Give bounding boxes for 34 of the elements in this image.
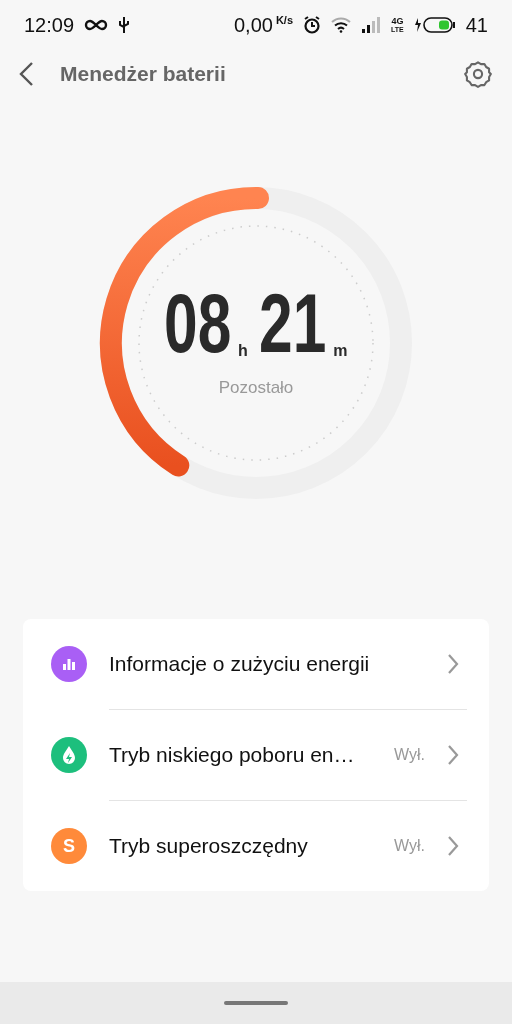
row-label: Tryb superoszczędny [109, 834, 309, 858]
minutes-value: 21 [258, 288, 327, 360]
infinity-icon [84, 19, 109, 31]
network-speed: 0,00 [234, 13, 273, 37]
drop-bolt-icon [61, 745, 77, 765]
settings-row[interactable]: Tryb niskiego poboru en… Wył. [23, 710, 489, 800]
chevron-icon [447, 835, 459, 857]
battery-percent: 41 [465, 13, 488, 37]
usb-icon [118, 16, 131, 34]
letter-badge: S [51, 828, 87, 864]
row-value: Wył. [394, 746, 425, 764]
network-type: 4G [391, 17, 404, 26]
clock-time: 12:09 [24, 13, 75, 37]
home-handle[interactable] [224, 1001, 288, 1005]
hours-unit: h [238, 341, 248, 360]
battery-charging-icon [413, 16, 456, 34]
settings-row[interactable]: Informacje o zużyciu energii [23, 619, 489, 709]
bar-chart-icon [62, 657, 76, 671]
hours-value: 08 [163, 288, 231, 360]
page-title: Menedżer baterii [60, 62, 226, 86]
settings-row[interactable]: S Tryb superoszczędny Wył. [23, 801, 489, 891]
alarm-clock-icon [303, 16, 322, 34]
chevron-icon [447, 744, 459, 766]
speed-unit: K/s [275, 13, 294, 26]
row-label: Tryb niskiego poboru en… [109, 743, 356, 767]
back-button[interactable] [18, 61, 34, 87]
signal-icon [361, 17, 382, 33]
row-value: Wył. [394, 837, 425, 855]
chevron-icon [447, 653, 459, 675]
remaining-caption: Pozostało [218, 377, 294, 398]
minutes-unit: m [333, 341, 348, 360]
row-label: Informacje o zużyciu energii [109, 652, 371, 676]
wifi-icon [331, 17, 352, 33]
settings-button[interactable] [464, 60, 492, 88]
